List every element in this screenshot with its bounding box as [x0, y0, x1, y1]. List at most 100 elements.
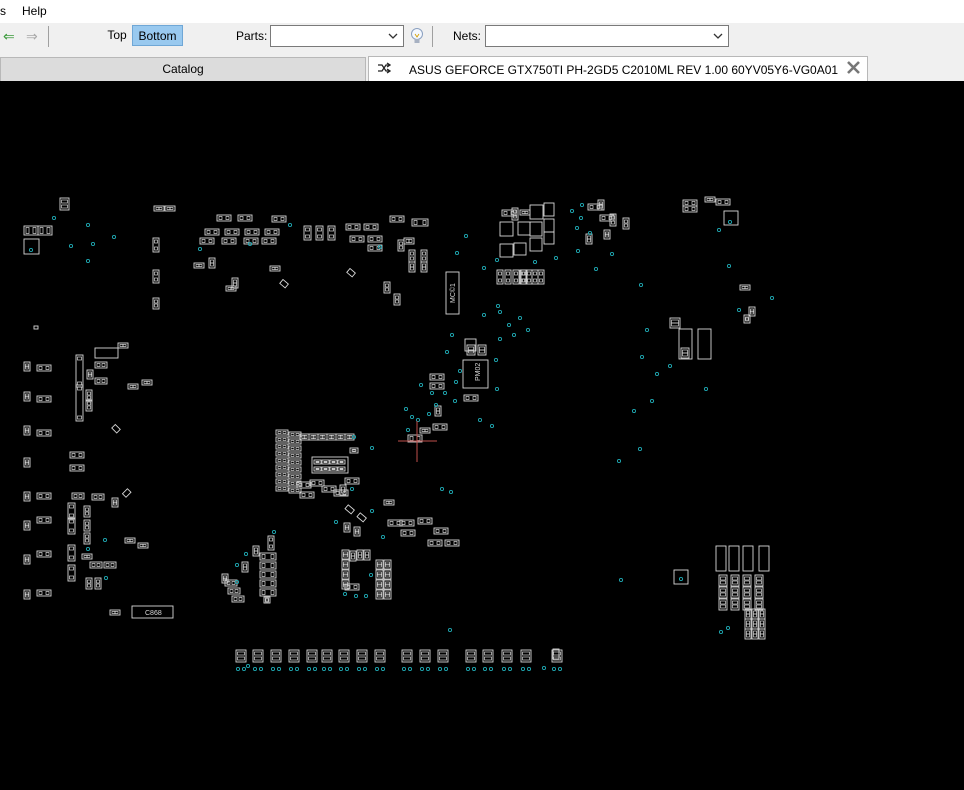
- component-footprint[interactable]: [341, 579, 350, 590]
- via[interactable]: [85, 222, 91, 228]
- component-footprint[interactable]: [758, 628, 766, 640]
- component-footprint[interactable]: [383, 281, 391, 294]
- component-footprint[interactable]: [275, 443, 289, 450]
- component-footprint[interactable]: [23, 589, 31, 600]
- close-icon[interactable]: [846, 60, 861, 75]
- component-footprint[interactable]: [103, 561, 117, 569]
- component-footprint[interactable]: [288, 431, 302, 438]
- component-footprint[interactable]: [67, 502, 76, 520]
- via[interactable]: [426, 411, 432, 417]
- component-footprint[interactable]: [83, 505, 91, 518]
- via[interactable]: [442, 390, 448, 396]
- component-footprint[interactable]: [375, 579, 384, 590]
- via[interactable]: [447, 627, 453, 633]
- pcb-board-view[interactable]: MC©1 PM02 C868: [0, 81, 964, 790]
- component-footprint[interactable]: [363, 223, 379, 231]
- board-viewer-canvas[interactable]: MC©1 PM02 C868: [0, 81, 964, 790]
- via[interactable]: [197, 246, 203, 252]
- via[interactable]: [369, 445, 375, 451]
- via[interactable]: [639, 354, 645, 360]
- via[interactable]: [368, 572, 374, 578]
- component-footprint[interactable]: [383, 589, 392, 600]
- via[interactable]: [678, 576, 684, 582]
- component-footprint[interactable]: [434, 405, 442, 417]
- via[interactable]: [374, 666, 380, 672]
- via[interactable]: [553, 255, 559, 261]
- component-footprint[interactable]: [279, 278, 289, 289]
- bottom-side-button[interactable]: Bottom: [132, 25, 183, 46]
- component-footprint[interactable]: [531, 269, 539, 285]
- component-footprint[interactable]: [704, 196, 716, 203]
- component-footprint[interactable]: [682, 199, 698, 207]
- via[interactable]: [409, 414, 415, 420]
- ic-footprint[interactable]: [715, 545, 727, 572]
- via[interactable]: [349, 486, 355, 492]
- component-footprint[interactable]: [127, 383, 139, 390]
- via[interactable]: [481, 265, 487, 271]
- via[interactable]: [407, 666, 413, 672]
- lightbulb-icon[interactable]: [409, 27, 425, 47]
- component-footprint[interactable]: [400, 529, 416, 537]
- via[interactable]: [488, 666, 494, 672]
- tab-catalog[interactable]: Catalog: [0, 57, 366, 81]
- component-footprint[interactable]: [83, 532, 91, 545]
- component-footprint[interactable]: [231, 277, 239, 289]
- via[interactable]: [321, 666, 327, 672]
- component-footprint[interactable]: [742, 574, 752, 587]
- component-footprint[interactable]: [680, 347, 690, 359]
- menu-item-help[interactable]: Help: [22, 4, 47, 18]
- menu-item-partial[interactable]: s: [0, 4, 6, 18]
- component-footprint[interactable]: [408, 249, 416, 263]
- component-footprint[interactable]: [252, 545, 260, 557]
- component-footprint[interactable]: [393, 293, 401, 306]
- component-footprint[interactable]: [275, 464, 289, 471]
- component-footprint[interactable]: [275, 457, 289, 464]
- via[interactable]: [288, 666, 294, 672]
- via[interactable]: [429, 390, 435, 396]
- component-footprint[interactable]: [344, 477, 360, 485]
- component-footprint[interactable]: [397, 239, 405, 252]
- via[interactable]: [569, 208, 575, 214]
- component-footprint[interactable]: [309, 479, 325, 487]
- via[interactable]: [439, 486, 445, 492]
- component-footprint[interactable]: [221, 237, 237, 245]
- via[interactable]: [28, 247, 34, 253]
- component-footprint[interactable]: [751, 628, 759, 640]
- via[interactable]: [271, 529, 277, 535]
- via[interactable]: [557, 666, 563, 672]
- component-footprint[interactable]: [23, 225, 39, 236]
- component-footprint[interactable]: [383, 499, 395, 506]
- component-footprint[interactable]: [275, 471, 289, 478]
- via[interactable]: [517, 315, 523, 321]
- component-footprint[interactable]: [420, 249, 428, 263]
- via[interactable]: [667, 363, 673, 369]
- via[interactable]: [362, 666, 368, 672]
- component-footprint[interactable]: [89, 561, 103, 569]
- component-footprint[interactable]: [519, 209, 531, 216]
- arrow-left-icon[interactable]: ⇐: [3, 28, 15, 44]
- via[interactable]: [725, 625, 731, 631]
- via[interactable]: [497, 309, 503, 315]
- via[interactable]: [506, 322, 512, 328]
- component-footprint[interactable]: [231, 595, 245, 603]
- via[interactable]: [103, 575, 109, 581]
- via[interactable]: [497, 336, 503, 342]
- via[interactable]: [443, 666, 449, 672]
- component-footprint[interactable]: [69, 451, 85, 459]
- component-footprint[interactable]: [85, 399, 93, 412]
- component-footprint[interactable]: [375, 559, 384, 570]
- ic-footprint[interactable]: [543, 202, 555, 217]
- component-footprint[interactable]: [237, 214, 253, 222]
- component-footprint[interactable]: [603, 229, 611, 240]
- via[interactable]: [444, 349, 450, 355]
- component-footprint[interactable]: [67, 544, 76, 562]
- arrow-right-icon[interactable]: ⇒: [26, 28, 38, 44]
- via[interactable]: [338, 666, 344, 672]
- via[interactable]: [403, 406, 409, 412]
- via[interactable]: [448, 489, 454, 495]
- via[interactable]: [333, 519, 339, 525]
- via[interactable]: [718, 629, 724, 635]
- component-footprint[interactable]: [85, 577, 93, 590]
- via[interactable]: [507, 666, 513, 672]
- component-footprint[interactable]: [275, 450, 289, 457]
